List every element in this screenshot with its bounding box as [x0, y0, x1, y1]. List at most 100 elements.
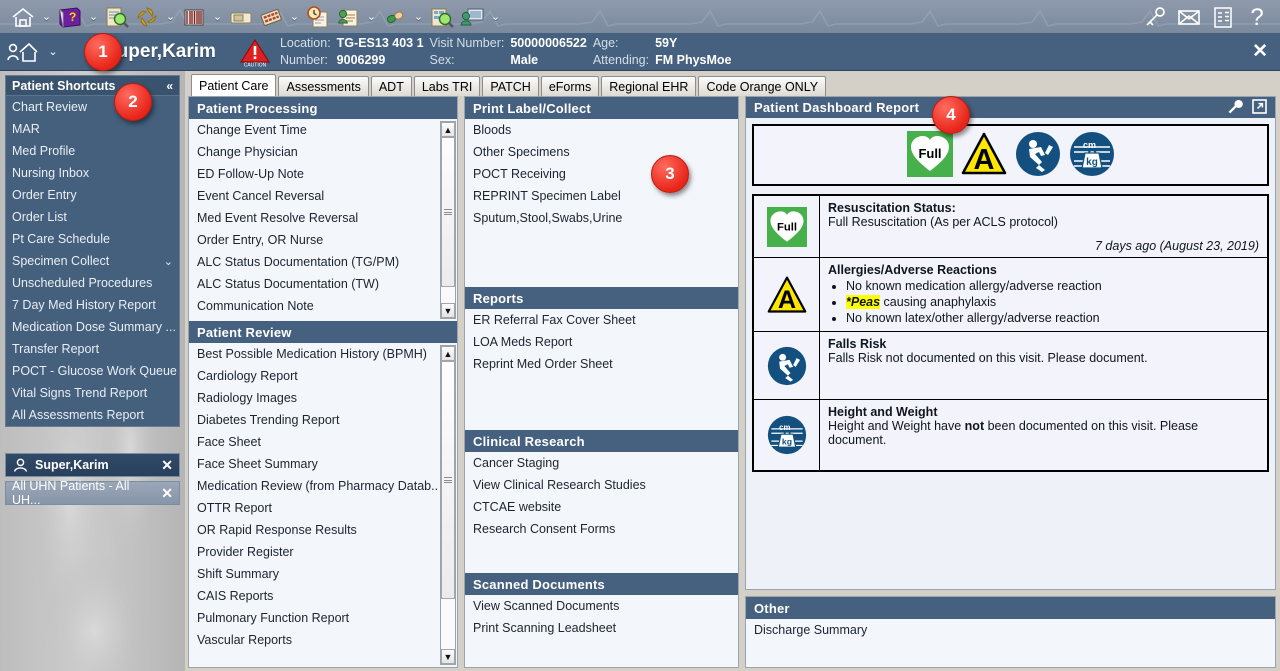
scrollbar-track[interactable] [441, 361, 455, 649]
sidebar-item-order-list[interactable]: Order List [6, 206, 179, 228]
list-item[interactable]: Med Event Resolve Reversal [189, 207, 457, 229]
list-item[interactable]: Research Consent Forms [465, 518, 738, 540]
list-item[interactable]: Cardiology Report [189, 365, 457, 387]
list-item[interactable]: LOA Meds Report [465, 331, 738, 353]
list-item[interactable]: Face Sheet [189, 431, 457, 453]
list-item[interactable]: View Clinical Research Studies [465, 474, 738, 496]
list-item[interactable]: ALC Status Documentation (TW) [189, 273, 457, 295]
list-item[interactable]: ALC Status Documentation (TG/PM) [189, 251, 457, 273]
sidebar-item-transfer-report[interactable]: Transfer Report [6, 338, 179, 360]
list-item[interactable]: Reprint Med Order Sheet [465, 353, 738, 375]
list-item[interactable]: Other Specimens [465, 141, 738, 163]
tab-regional-ehr[interactable]: Regional EHR [601, 76, 697, 96]
home-icon[interactable] [8, 3, 38, 31]
scrollbar-thumb[interactable] [441, 137, 455, 287]
list-item[interactable]: ED Follow-Up Note [189, 163, 457, 185]
list-item[interactable]: OTTR Report [189, 497, 457, 519]
sidebar-item-7-day-med-history-report[interactable]: 7 Day Med History Report [6, 294, 179, 316]
sidebar-item-mar[interactable]: MAR [6, 118, 179, 140]
collapse-chevron-icon[interactable]: « [166, 79, 173, 93]
close-patient-button[interactable]: ✕ [1252, 42, 1268, 61]
list-item[interactable]: Face Sheet Summary [189, 453, 457, 475]
scrollbar-thumb[interactable] [441, 361, 455, 599]
allergy-alert-icon[interactable]: A [961, 131, 1007, 180]
scrollbar-track[interactable] [441, 137, 455, 303]
list-item[interactable]: REPRINT Specimen Label [465, 185, 738, 207]
popout-icon[interactable] [1252, 98, 1267, 117]
scroll-up-icon[interactable]: ▲ [441, 346, 455, 361]
label-printer-icon[interactable] [226, 3, 256, 31]
medication-dropdown-caret[interactable]: ⌄ [410, 3, 427, 31]
patient-list-icon[interactable] [333, 3, 363, 31]
list-item[interactable]: CTCAE website [465, 496, 738, 518]
list-item[interactable]: Cancer Staging [465, 452, 738, 474]
list-item[interactable]: Radiology Images [189, 387, 457, 409]
barcode-dropdown-caret[interactable]: ⌄ [209, 3, 226, 31]
tab-patch[interactable]: PATCH [482, 76, 539, 96]
tab-patient-care[interactable]: Patient Care [191, 74, 277, 96]
list-item[interactable]: Bloods [465, 119, 738, 141]
tab-labs-tri[interactable]: Labs TRI [413, 76, 481, 96]
sidebar-item-pt-care-schedule[interactable]: Pt Care Schedule [6, 228, 179, 250]
tab-adt[interactable]: ADT [370, 76, 412, 96]
list-item[interactable]: Sputum,Stool,Swabs,Urine [465, 207, 738, 229]
list-item[interactable]: Shift Summary [189, 563, 457, 585]
help-book-icon[interactable]: ? [55, 3, 85, 31]
list-item[interactable]: Provider Register [189, 541, 457, 563]
patient-home-icon[interactable] [0, 39, 46, 65]
clock-orders-icon[interactable] [303, 3, 333, 31]
scroll-down-icon[interactable]: ▼ [441, 649, 455, 664]
chevron-down-icon[interactable]: ⌄ [164, 255, 173, 268]
fan-swirl-icon[interactable] [132, 3, 162, 31]
sidebar-item-nursing-inbox[interactable]: Nursing Inbox [6, 162, 179, 184]
key-icon[interactable] [1138, 3, 1172, 31]
sidebar-item-specimen-collect[interactable]: Specimen Collect ⌄ [6, 250, 179, 272]
notes-icon[interactable] [1206, 3, 1240, 31]
list-item[interactable]: Diabetes Trending Report [189, 409, 457, 431]
patient-dropdown-caret[interactable]: ⌄ [46, 45, 60, 58]
patient-shortcuts-header[interactable]: Patient Shortcuts « [6, 76, 179, 96]
calculator-dropdown-caret[interactable]: ⌄ [286, 3, 303, 31]
workstation-dropdown-caret[interactable]: ⌄ [487, 3, 504, 31]
scroll-down-icon[interactable]: ▼ [441, 303, 455, 318]
mail-icon[interactable] [1172, 3, 1206, 31]
workstation-icon[interactable] [457, 3, 487, 31]
patient-pill-list[interactable]: All UHN Patients - All UH... ✕ [5, 479, 180, 507]
tab-eforms[interactable]: eForms [540, 76, 600, 96]
list-item[interactable]: Communication Note [189, 295, 457, 317]
list-item[interactable]: Print Scanning Leadsheet [465, 617, 738, 639]
fan-swirl-dropdown-caret[interactable]: ⌄ [162, 3, 179, 31]
list-item[interactable]: View Scanned Documents [465, 595, 738, 617]
patient-pill-selected[interactable]: Super,Karim ✕ [5, 453, 180, 477]
tab-assessments[interactable]: Assessments [278, 76, 369, 96]
sidebar-item-order-entry[interactable]: Order Entry [6, 184, 179, 206]
home-dropdown-caret[interactable]: ⌄ [38, 3, 55, 31]
list-item[interactable]: Vascular Reports [189, 629, 457, 651]
list-item[interactable]: Pulmonary Function Report [189, 607, 457, 629]
list-item[interactable]: Discharge Summary [746, 619, 1275, 641]
medication-icon[interactable] [380, 3, 410, 31]
height-weight-icon[interactable]: cm kg [1069, 131, 1115, 180]
list-item[interactable]: CAIS Reports [189, 585, 457, 607]
scrollbar-patient-processing[interactable]: ▲ ▼ [440, 121, 456, 319]
sidebar-item-med-profile[interactable]: Med Profile [6, 140, 179, 162]
close-icon[interactable]: ✕ [161, 485, 173, 502]
list-item[interactable]: Order Entry, OR Nurse [189, 229, 457, 251]
patient-list-dropdown-caret[interactable]: ⌄ [363, 3, 380, 31]
help-book-dropdown-caret[interactable]: ⌄ [85, 3, 102, 31]
full-resuscitation-icon[interactable]: Full [906, 130, 953, 180]
list-item[interactable]: Event Cancel Reversal [189, 185, 457, 207]
scroll-up-icon[interactable]: ▲ [441, 122, 455, 137]
sidebar-item-poct-glucose-work-queue[interactable]: POCT - Glucose Work Queue [6, 360, 179, 382]
help-question-icon[interactable]: ? [1240, 3, 1274, 31]
falls-risk-icon[interactable] [1015, 131, 1061, 180]
chart-search-icon[interactable] [102, 3, 132, 31]
list-item[interactable]: Change Event Time [189, 119, 457, 141]
close-icon[interactable]: ✕ [161, 457, 173, 474]
sidebar-item-unscheduled-procedures[interactable]: Unscheduled Procedures [6, 272, 179, 294]
calculator-icon[interactable] [256, 3, 286, 31]
barcode-icon[interactable] [179, 3, 209, 31]
list-item[interactable]: OR Rapid Response Results [189, 519, 457, 541]
list-item[interactable]: Medication Review (from Pharmacy Datab.. [189, 475, 457, 497]
sidebar-item-medication-dose-summary[interactable]: Medication Dose Summary ... [6, 316, 179, 338]
